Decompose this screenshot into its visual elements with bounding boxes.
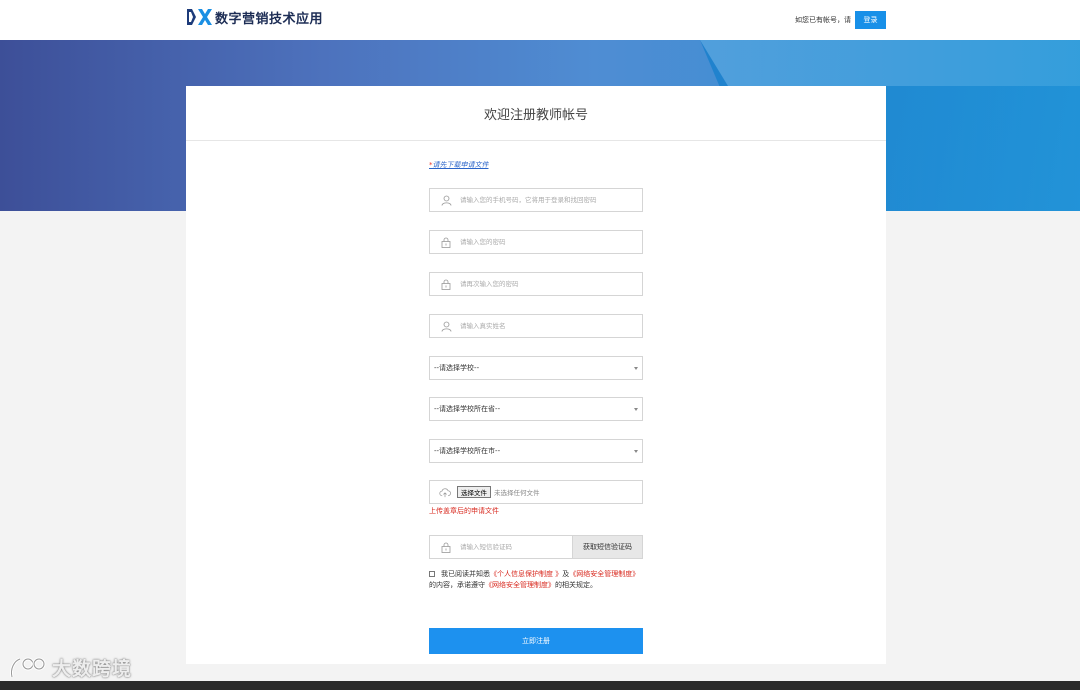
choose-file-button[interactable]: 选择文件 — [457, 486, 491, 498]
cloud-upload-icon — [439, 486, 451, 498]
province-select-value: --请选择学校所在省-- — [434, 405, 501, 413]
city-select[interactable]: --请选择学校所在市-- — [429, 439, 643, 463]
watermark: 大数跨境 — [8, 654, 132, 681]
agree-suffix: 的相关规定。 — [555, 581, 597, 589]
school-select[interactable]: --请选择学校-- — [429, 356, 643, 380]
watermark-logo-icon — [8, 655, 50, 681]
chevron-down-icon — [634, 449, 638, 453]
agree-checkbox[interactable] — [429, 571, 435, 577]
phone-field[interactable] — [429, 188, 643, 212]
login-area: 如您已有帐号，请 登录 — [795, 11, 886, 29]
upload-note: 上传盖章后的申请文件 — [429, 507, 499, 515]
logo-icon — [186, 6, 212, 28]
city-select-value: --请选择学校所在市-- — [434, 447, 501, 455]
school-select-value: --请选择学校-- — [434, 364, 480, 372]
password-field[interactable] — [429, 230, 643, 254]
chevron-down-icon — [634, 407, 638, 411]
password-input[interactable] — [460, 238, 630, 246]
footer-bar — [0, 681, 1080, 690]
lock-icon — [440, 236, 452, 248]
sms-code-input[interactable] — [460, 543, 570, 551]
top-header: 数字营销技术应用 如您已有帐号，请 登录 — [0, 0, 1080, 40]
app-name: 数字营销技术应用 — [215, 11, 324, 27]
user-icon — [440, 320, 452, 332]
file-upload-field[interactable]: 选择文件 未选择任何文件 — [429, 480, 643, 504]
register-button[interactable]: 立即注册 — [429, 628, 643, 654]
realname-field[interactable] — [429, 314, 643, 338]
download-application-link[interactable]: *请先下载申请文件 — [429, 160, 489, 170]
security-policy-link[interactable]: 《网络安全管理制度》 — [569, 570, 639, 578]
lock-icon — [440, 541, 452, 553]
file-status: 未选择任何文件 — [494, 489, 540, 497]
banner-decoration-top — [700, 40, 1080, 86]
lock-icon — [440, 278, 452, 290]
agree-middle: 的内容，承诺遵守 — [429, 581, 485, 589]
get-sms-code-button[interactable]: 获取短信验证码 — [573, 535, 643, 559]
page-title: 欢迎注册教师帐号 — [186, 86, 886, 141]
app-logo[interactable]: 数字营销技术应用 — [186, 6, 323, 28]
sms-code-field[interactable] — [429, 535, 573, 559]
download-link-text: 请先下载申请文件 — [432, 161, 489, 169]
realname-input[interactable] — [460, 322, 630, 330]
phone-input[interactable] — [460, 196, 630, 204]
login-button[interactable]: 登录 — [855, 11, 886, 29]
agree-prefix: 我已阅读并知悉 — [441, 570, 490, 578]
user-icon — [440, 194, 452, 206]
province-select[interactable]: --请选择学校所在省-- — [429, 397, 643, 421]
privacy-policy-link[interactable]: 《个人信息保护制度 》 — [490, 570, 562, 578]
agreement: 我已阅读并知悉《个人信息保护制度 》及《网络安全管理制度》的内容，承诺遵守《网络… — [429, 569, 643, 591]
chevron-down-icon — [634, 366, 638, 370]
password-confirm-field[interactable] — [429, 272, 643, 296]
security-policy-link-2[interactable]: 《网络安全管理制度》 — [485, 581, 555, 589]
password-confirm-input[interactable] — [460, 280, 630, 288]
watermark-text: 大数跨境 — [52, 658, 133, 680]
register-card: 欢迎注册教师帐号 *请先下载申请文件 请输入您的手机号码，它将用于登录和找回密码… — [186, 86, 886, 664]
login-hint: 如您已有帐号，请 — [795, 16, 851, 24]
sms-row: 获取短信验证码 — [429, 535, 643, 559]
